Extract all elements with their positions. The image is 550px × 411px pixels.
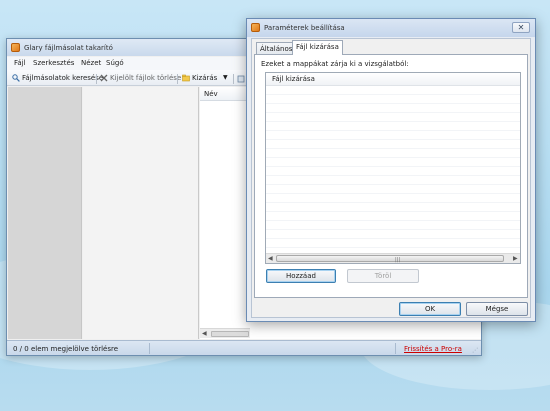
dialog-body: Általános Fájl kizárása Ezeket a mappáka… [251, 38, 531, 318]
settings-dialog: Paraméterek beállítása ✕ Általános Fájl … [246, 18, 536, 322]
exclusion-list-header-label: Fájl kizárása [272, 75, 315, 83]
chevron-down-icon[interactable]: ▼ [223, 74, 228, 81]
scroll-left-icon[interactable]: ◀ [202, 330, 207, 337]
exclusion-list-rows [266, 86, 520, 252]
add-button[interactable]: Hozzáad [266, 269, 336, 283]
delete-icon [100, 74, 108, 82]
cancel-button[interactable]: Mégse [466, 302, 528, 316]
toolbar-separator [177, 74, 178, 84]
status-separator [395, 343, 396, 354]
instructions-text: Ezeket a mappákat zárja ki a vizsgálatbó… [261, 60, 409, 68]
menu-file[interactable]: Fájl [14, 59, 26, 67]
main-horizontal-scrollbar[interactable]: ◀ [200, 328, 250, 338]
folder-icon [182, 74, 190, 82]
column-name-label: Név [204, 90, 218, 98]
status-separator [149, 343, 150, 354]
toolbar-icon[interactable] [237, 75, 245, 83]
menu-view[interactable]: Nézet [81, 59, 101, 67]
scroll-thumb[interactable] [211, 331, 249, 337]
close-icon: ✕ [517, 23, 525, 32]
dialog-app-icon [251, 23, 260, 32]
app-icon [11, 43, 20, 52]
scroll-grip-icon: ||| [395, 257, 401, 263]
left-pane [8, 87, 82, 339]
find-duplicates-label: Fájlmásolatok keresése [22, 74, 104, 82]
scroll-left-icon[interactable]: ◀ [268, 255, 273, 262]
ok-button[interactable]: OK [399, 302, 461, 316]
exclusion-list-horizontal-scrollbar[interactable]: ◀ ||| ▶ [266, 253, 520, 263]
folder-pane [83, 87, 199, 339]
status-bar: 0 / 0 elem megjelölve törlésre Frissítés… [7, 340, 481, 355]
scroll-thumb[interactable]: ||| [276, 255, 504, 263]
status-text: 0 / 0 elem megjelölve törlésre [13, 345, 119, 353]
upgrade-pro-link[interactable]: Frissítés a Pro-ra [404, 345, 462, 353]
resize-grip-icon[interactable]: ⋰ [472, 347, 478, 354]
toolbar-separator [233, 74, 234, 84]
toolbar-separator [96, 74, 97, 84]
main-window-title: Glary fájlmásolat takarító [24, 44, 113, 52]
search-icon [12, 74, 20, 82]
menu-help[interactable]: Súgó [106, 59, 124, 67]
exclude-label: Kizárás [192, 74, 218, 82]
remove-button[interactable]: Töröl [347, 269, 419, 283]
delete-selected-label: Kijelölt fájlok törlése [110, 74, 182, 82]
exclusion-list[interactable]: Fájl kizárása ◀ ||| ▶ [265, 72, 521, 264]
close-button[interactable]: ✕ [512, 22, 530, 33]
tab-file-exclusion[interactable]: Fájl kizárása [292, 40, 343, 55]
exclusion-list-header[interactable]: Fájl kizárása [266, 73, 520, 86]
scroll-right-icon[interactable]: ▶ [513, 255, 518, 262]
dialog-title: Paraméterek beállítása [264, 24, 345, 32]
dialog-titlebar[interactable]: Paraméterek beállítása ✕ [247, 19, 535, 37]
tab-panel-file-exclusion: Ezeket a mappákat zárja ki a vizsgálatbó… [254, 54, 528, 298]
menu-edit[interactable]: Szerkesztés [33, 59, 74, 67]
